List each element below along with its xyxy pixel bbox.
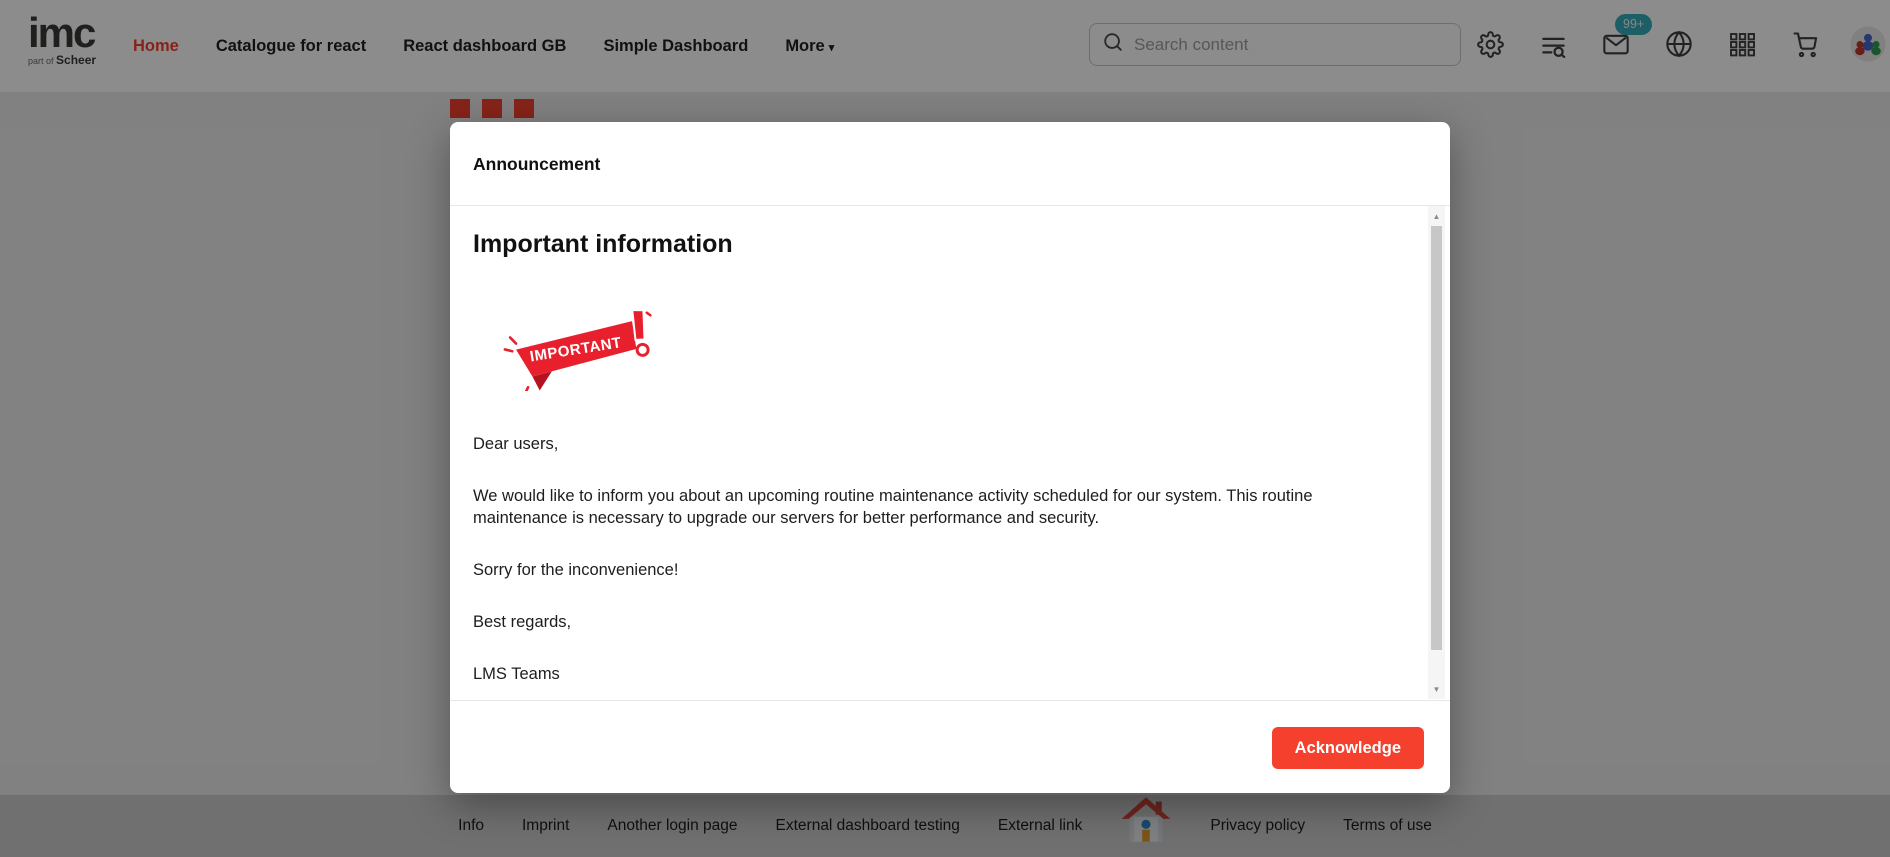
important-ribbon-image: IMPORTANT [503, 311, 653, 391]
announcement-paragraph: Sorry for the inconvenience! [473, 559, 1313, 581]
modal-content: Important information IMPORTANT [450, 206, 1450, 701]
announcement-modal: Announcement Important information IMPOR… [450, 122, 1450, 793]
acknowledge-button[interactable]: Acknowledge [1272, 727, 1424, 769]
scrollbar-thumb[interactable] [1431, 226, 1442, 650]
modal-footer: Acknowledge [450, 701, 1450, 793]
modal-title: Announcement [450, 122, 1450, 206]
announcement-paragraph: Best regards, [473, 611, 1313, 633]
announcement-paragraph: Dear users, [473, 433, 1313, 455]
announcement-heading: Important information [473, 230, 1390, 259]
scroll-down-arrow-icon[interactable]: ▼ [1428, 681, 1445, 697]
app-window: imc part of Scheer Home Catalogue for re… [0, 0, 1890, 857]
modal-scrollbar[interactable]: ▲ ▼ [1428, 206, 1445, 699]
announcement-paragraph: LMS Teams [473, 663, 1313, 685]
announcement-paragraph: We would like to inform you about an upc… [473, 485, 1313, 529]
scroll-up-arrow-icon[interactable]: ▲ [1428, 208, 1445, 224]
